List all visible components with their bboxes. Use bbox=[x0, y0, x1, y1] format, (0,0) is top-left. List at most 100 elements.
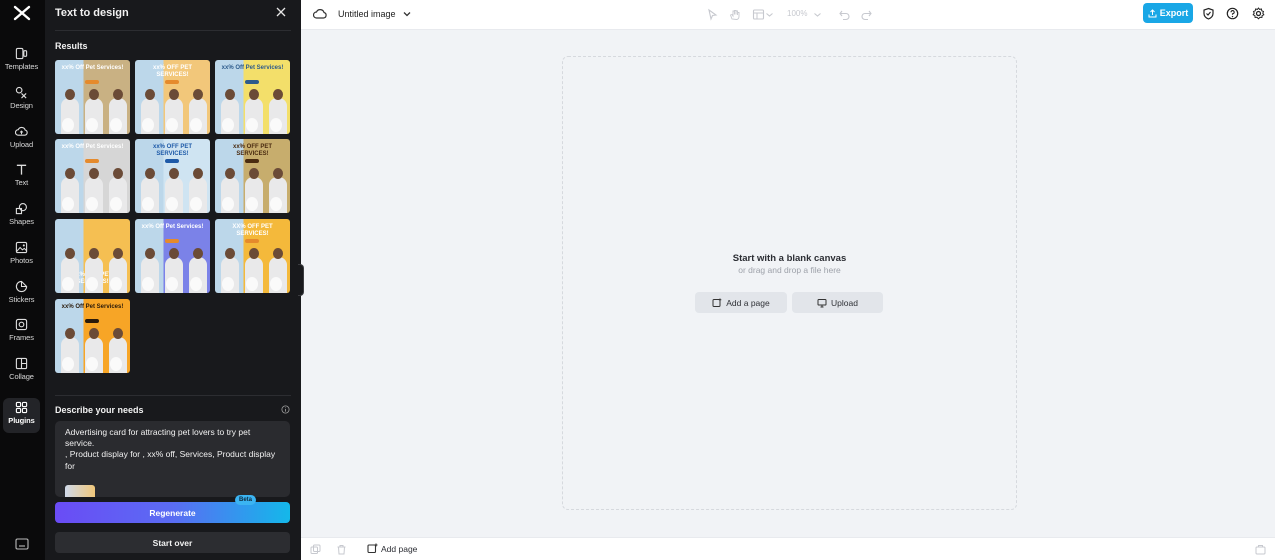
result-thumbnail[interactable]: xx% Off Pet Services! bbox=[135, 219, 210, 293]
add-a-page-button[interactable]: Add a page bbox=[695, 292, 787, 313]
monitor-icon bbox=[817, 298, 827, 307]
rail-item-frames[interactable]: Frames bbox=[3, 315, 40, 349]
cloud-sync-icon[interactable] bbox=[313, 7, 327, 21]
regenerate-button[interactable]: Regenerate bbox=[55, 502, 290, 523]
blank-canvas-dropzone[interactable]: Start with a blank canvas or drag and dr… bbox=[562, 56, 1017, 510]
plugins-icon bbox=[15, 401, 28, 414]
left-rail: Templates Design Upload Text Shapes Phot… bbox=[0, 0, 45, 560]
result-thumbnail[interactable]: xx% Off Pet Services! bbox=[55, 299, 130, 373]
chevron-down-icon[interactable] bbox=[402, 9, 412, 19]
select-pointer-icon[interactable] bbox=[706, 8, 719, 21]
add-page-button[interactable]: Add page bbox=[367, 543, 417, 554]
panel-collapse-handle[interactable] bbox=[298, 264, 304, 296]
dog-figure bbox=[246, 197, 258, 211]
thumbnail-headline: xx% OFF PET SERVICES! bbox=[232, 144, 272, 157]
rail-item-collage[interactable]: Collage bbox=[3, 354, 40, 388]
thumbnail-headline: xx% Off Pet Services! bbox=[61, 304, 124, 310]
result-thumbnail[interactable]: XX% OFF PET SERVICES! bbox=[215, 219, 290, 293]
rail-label-plugins: Plugins bbox=[8, 416, 35, 425]
dog-figure bbox=[110, 357, 122, 371]
thumbnail-badge bbox=[165, 159, 179, 163]
undo-icon[interactable] bbox=[838, 8, 851, 21]
thumbnail-headline: xx% Off Pet Services! bbox=[61, 144, 124, 150]
rail-label-design: Design bbox=[10, 101, 33, 110]
zoom-level[interactable]: 100% bbox=[787, 9, 807, 18]
shield-icon[interactable] bbox=[1202, 7, 1215, 20]
result-thumbnail[interactable]: xx% OFF PET SERVICES! bbox=[135, 60, 210, 134]
capcut-logo-icon[interactable] bbox=[13, 5, 31, 21]
dog-figure bbox=[86, 277, 98, 291]
export-button[interactable]: Export bbox=[1143, 3, 1193, 23]
result-thumbnail[interactable]: xx% OFF PET SERVICES! bbox=[215, 139, 290, 213]
thumbnail-badge bbox=[245, 159, 259, 163]
dog-figure bbox=[86, 197, 98, 211]
result-thumbnail[interactable]: xx% OFF PET SERVICES! bbox=[135, 139, 210, 213]
dog-figure bbox=[86, 118, 98, 132]
thumbnail-badge bbox=[85, 319, 99, 323]
rail-label-text: Text bbox=[14, 178, 29, 187]
add-page-icon bbox=[367, 543, 378, 554]
dog-figure bbox=[270, 197, 282, 211]
rail-label-collage: Collage bbox=[9, 372, 34, 381]
collage-icon bbox=[15, 357, 28, 370]
canvas-heading: Start with a blank canvas bbox=[732, 253, 847, 264]
duplicate-page-icon[interactable] bbox=[310, 544, 321, 555]
chevron-down-icon[interactable] bbox=[813, 8, 822, 21]
rail-item-text[interactable]: Text bbox=[3, 160, 40, 194]
rail-item-templates[interactable]: Templates bbox=[3, 44, 40, 78]
result-thumbnail[interactable]: xx% Off Pet Services! bbox=[215, 60, 290, 134]
chevron-down-icon[interactable] bbox=[765, 8, 774, 21]
rail-item-shapes[interactable]: Shapes bbox=[3, 199, 40, 233]
help-icon[interactable] bbox=[1226, 7, 1239, 20]
reference-image-thumbnail[interactable] bbox=[65, 485, 95, 497]
dog-figure bbox=[190, 118, 202, 132]
export-label: Export bbox=[1159, 8, 1189, 18]
upload-label: Upload bbox=[831, 297, 858, 308]
result-thumbnail[interactable]: xx% Off Pet Services! bbox=[55, 139, 130, 213]
result-thumbnail[interactable]: xx% OFF PET SERVICES! bbox=[55, 219, 130, 293]
hand-tool-icon[interactable] bbox=[728, 8, 741, 21]
thumbnail-headline: xx% OFF PET SERVICES! bbox=[152, 144, 192, 157]
result-thumbnail[interactable]: xx% Off Pet Services! bbox=[55, 60, 130, 134]
dog-figure bbox=[62, 277, 74, 291]
dog-figure bbox=[270, 118, 282, 132]
rail-item-photos[interactable]: Photos bbox=[3, 238, 40, 272]
start-over-button[interactable]: Start over bbox=[55, 532, 290, 553]
document-title[interactable]: Untitled image bbox=[338, 9, 396, 19]
delete-page-icon[interactable] bbox=[336, 544, 347, 555]
rail-item-stickers[interactable]: Stickers bbox=[3, 277, 40, 311]
frames-icon bbox=[15, 318, 28, 331]
redo-icon[interactable] bbox=[860, 8, 873, 21]
thumbnail-headline: xx% Off Pet Services! bbox=[141, 224, 204, 230]
rail-item-plugins[interactable]: Plugins bbox=[3, 398, 40, 433]
canvas-subheading: or drag and drop a file here bbox=[738, 265, 841, 275]
add-a-page-label: Add a page bbox=[726, 297, 770, 308]
upload-button[interactable]: Upload bbox=[792, 292, 883, 313]
dog-figure bbox=[142, 118, 154, 132]
rail-label-upload: Upload bbox=[9, 140, 34, 149]
rail-item-upload[interactable]: Upload bbox=[3, 122, 40, 156]
design-icon bbox=[15, 86, 27, 99]
info-icon[interactable] bbox=[281, 405, 290, 414]
dog-figure bbox=[222, 118, 234, 132]
settings-gear-icon[interactable] bbox=[1252, 7, 1265, 20]
add-page-icon bbox=[712, 298, 722, 307]
panel-title: Text to design bbox=[55, 7, 129, 19]
thumbnail-headline: xx% OFF PET SERVICES! bbox=[152, 65, 192, 78]
layout-icon[interactable] bbox=[752, 8, 765, 21]
prompt-textarea[interactable]: Advertising card for attracting pet love… bbox=[55, 421, 290, 497]
shapes-icon bbox=[15, 203, 27, 215]
rail-label-shapes: Shapes bbox=[9, 217, 34, 226]
dog-figure bbox=[246, 118, 258, 132]
dog-figure bbox=[222, 197, 234, 211]
text-icon bbox=[16, 164, 27, 175]
dog-figure bbox=[86, 357, 98, 371]
dog-figure bbox=[110, 118, 122, 132]
rail-label-frames: Frames bbox=[9, 333, 34, 342]
keyboard-shortcuts-icon[interactable] bbox=[15, 538, 29, 550]
dog-figure bbox=[246, 277, 258, 291]
rail-item-design[interactable]: Design bbox=[3, 83, 40, 117]
dog-figure bbox=[142, 197, 154, 211]
collapse-pages-icon[interactable] bbox=[1255, 544, 1266, 555]
close-icon[interactable] bbox=[275, 6, 287, 18]
